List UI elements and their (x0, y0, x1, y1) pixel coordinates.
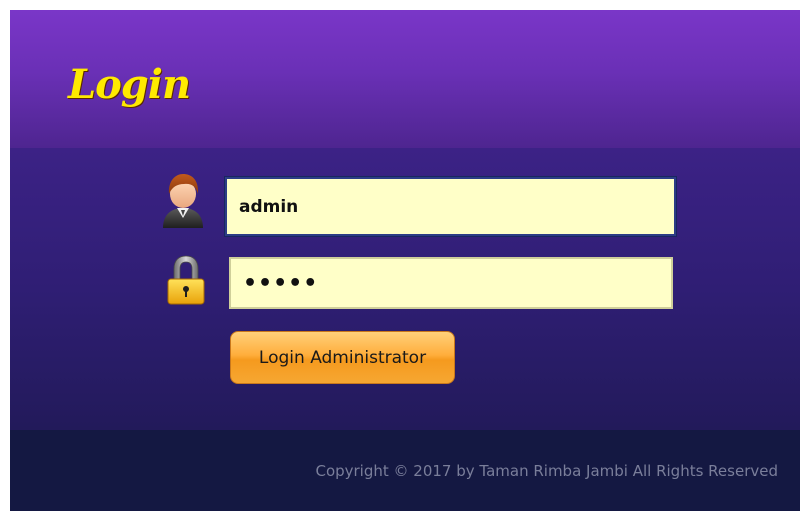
username-field[interactable] (225, 177, 676, 236)
footer: Copyright © 2017 by Taman Rimba Jambi Al… (10, 430, 800, 511)
page-title: Login (68, 61, 191, 108)
login-administrator-button[interactable]: Login Administrator (230, 331, 455, 384)
padlock-icon (167, 255, 205, 305)
copyright-text: Copyright © 2017 by Taman Rimba Jambi Al… (315, 462, 778, 480)
password-field[interactable] (229, 257, 673, 309)
user-avatar-icon (163, 174, 203, 228)
header-banner: Login (10, 10, 800, 148)
